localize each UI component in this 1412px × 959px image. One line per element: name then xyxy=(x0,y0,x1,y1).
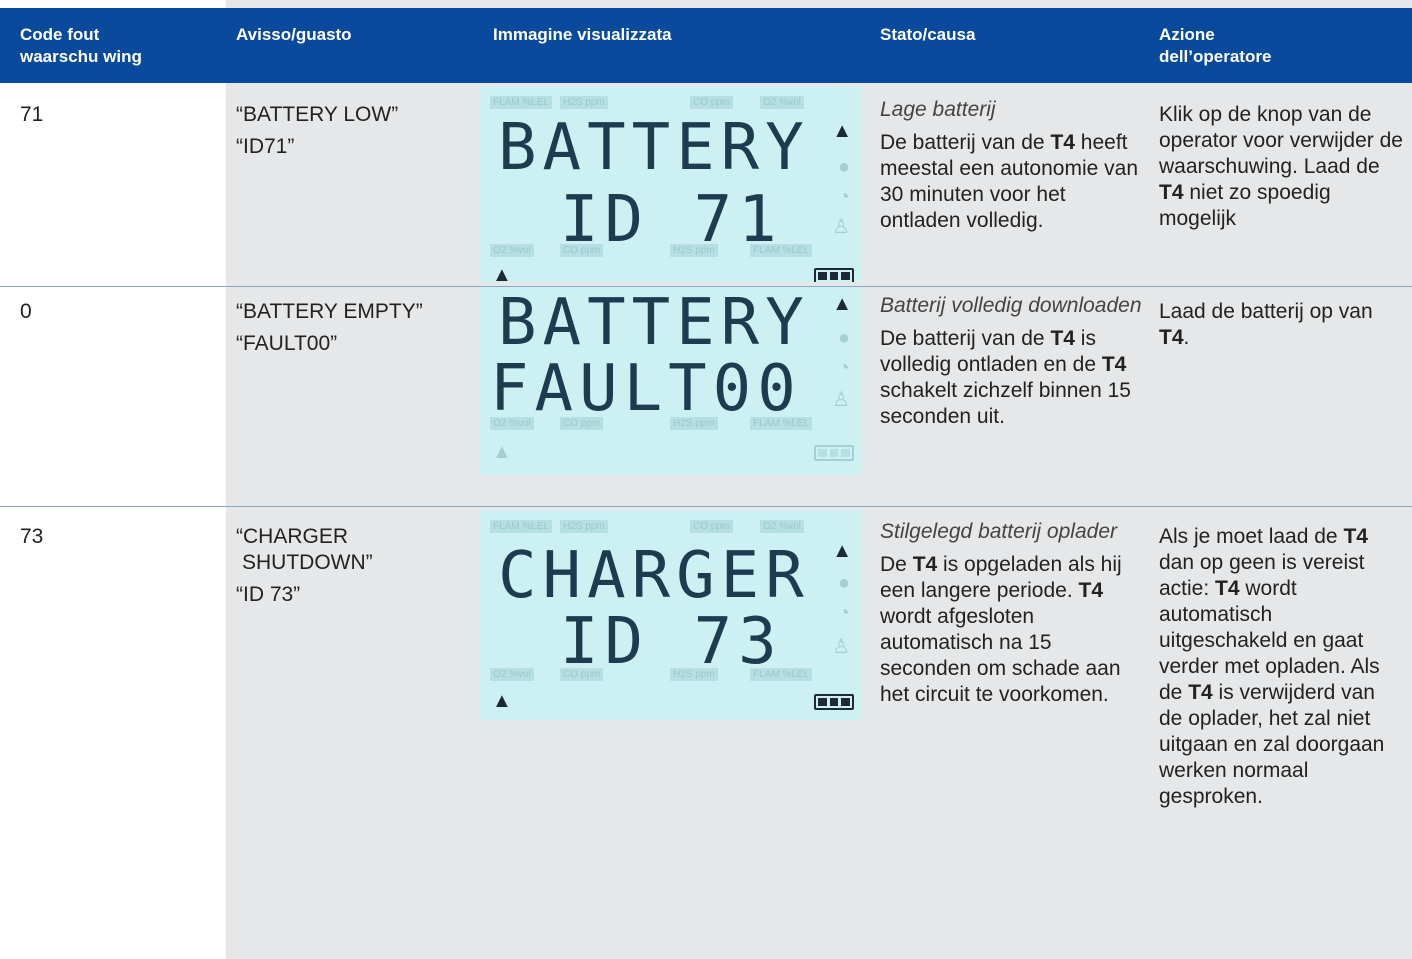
row1-message: “BATTERY LOW” “ID71” xyxy=(236,103,399,158)
lcd-ghost-label: H2S ppm xyxy=(670,417,718,430)
lcd-ghost-label: CO ppm xyxy=(560,417,604,430)
clock-icon: ◔ xyxy=(837,357,850,379)
row3-action: Als je moet laad de T4 dan op geen is ve… xyxy=(1159,525,1385,808)
home-icon: ▲ xyxy=(492,264,512,282)
header-action: Azione dell’operatore xyxy=(1159,25,1272,66)
moon-icon: ● xyxy=(837,156,850,178)
clock-icon: ◔ xyxy=(837,602,850,624)
battery-icon xyxy=(814,268,854,282)
warning-triangle-icon: ▲ xyxy=(832,540,852,562)
bell-icon: ♙ xyxy=(832,216,850,238)
lcd-line-1: BATTERY xyxy=(498,111,810,185)
row1-action: Klik op de knop van de operator voor ver… xyxy=(1159,103,1403,230)
warning-triangle-icon: ▲ xyxy=(832,120,852,142)
row-divider xyxy=(0,506,1412,507)
lcd-ghost-label: O2 %vol xyxy=(760,96,804,109)
lcd-ghost-label: FLAM %LEL xyxy=(750,417,813,430)
row2-message: “BATTERY EMPTY” “FAULT00” xyxy=(236,300,423,355)
row3-status: Stilgelegd batterij oplader De T4 is opg… xyxy=(880,520,1122,706)
header-image: Immagine visualizzata xyxy=(493,25,672,44)
row3-message: “CHARGER SHUTDOWN” “ID 73” xyxy=(236,525,373,606)
row2-status: Batterij volledig downloaden De batterij… xyxy=(880,294,1142,428)
bell-icon: ♙ xyxy=(832,636,850,658)
lcd-ghost-label: O2 %vol xyxy=(760,520,804,533)
lcd-ghost-label: FLAM %LEL xyxy=(750,244,813,257)
lcd-ghost-label: O2 %vol xyxy=(490,417,534,430)
clock-icon: ◔ xyxy=(837,186,850,208)
lcd-display-row3: FLAM %LEL H2S ppm CO ppm O2 %vol CHARGER… xyxy=(480,510,862,720)
lcd-ghost-label: H2S ppm xyxy=(560,96,608,109)
lcd-ghost-label: H2S ppm xyxy=(670,668,718,681)
moon-icon: ● xyxy=(837,572,850,594)
lcd-display-row2: BATTERY FAULT00 O2 %vol CO ppm H2S ppm F… xyxy=(480,287,862,475)
row3-code: 73 xyxy=(20,525,44,548)
header-status: Stato/causa xyxy=(880,25,976,44)
lcd-line-1: CHARGER xyxy=(498,539,810,613)
lcd-line-2: FAULT00 xyxy=(490,352,802,426)
home-icon: ▲ xyxy=(492,690,512,712)
row1-status: Lage batterij De batterij van de T4 heef… xyxy=(880,98,1138,232)
lcd-line-2: ID 71 xyxy=(560,183,783,257)
battery-icon xyxy=(814,445,854,461)
lcd-line-2: ID 73 xyxy=(560,605,783,679)
home-icon: ▲ xyxy=(492,441,512,463)
lcd-ghost-label: H2S ppm xyxy=(670,244,718,257)
lcd-display-row1: FLAM %LEL H2S ppm CO ppm O2 %vol BATTERY… xyxy=(480,86,862,282)
row2-code: 0 xyxy=(20,300,32,323)
lcd-ghost-label: FLAM %LEL xyxy=(490,520,553,533)
lcd-ghost-label: CO ppm xyxy=(690,520,734,533)
lcd-ghost-label: O2 %vol xyxy=(490,244,534,257)
warning-triangle-icon: ▲ xyxy=(832,293,852,315)
lcd-ghost-label: CO ppm xyxy=(560,244,604,257)
moon-icon: ● xyxy=(837,327,850,349)
lcd-ghost-label: O2 %vol xyxy=(490,668,534,681)
lcd-ghost-label: H2S ppm xyxy=(560,520,608,533)
lcd-line-1: BATTERY xyxy=(498,287,810,360)
row2-action: Laad de batterij op van T4. xyxy=(1159,300,1373,349)
header-warning: Avisso/guasto xyxy=(236,25,352,44)
header-code: Code fout waarschu wing xyxy=(20,25,142,66)
lcd-ghost-label: FLAM %LEL xyxy=(750,668,813,681)
lcd-ghost-label: CO ppm xyxy=(560,668,604,681)
row1-code: 71 xyxy=(20,103,44,126)
lcd-ghost-label: CO ppm xyxy=(690,96,734,109)
bell-icon: ♙ xyxy=(832,389,850,411)
lcd-ghost-label: FLAM %LEL xyxy=(490,96,553,109)
battery-icon xyxy=(814,694,854,710)
